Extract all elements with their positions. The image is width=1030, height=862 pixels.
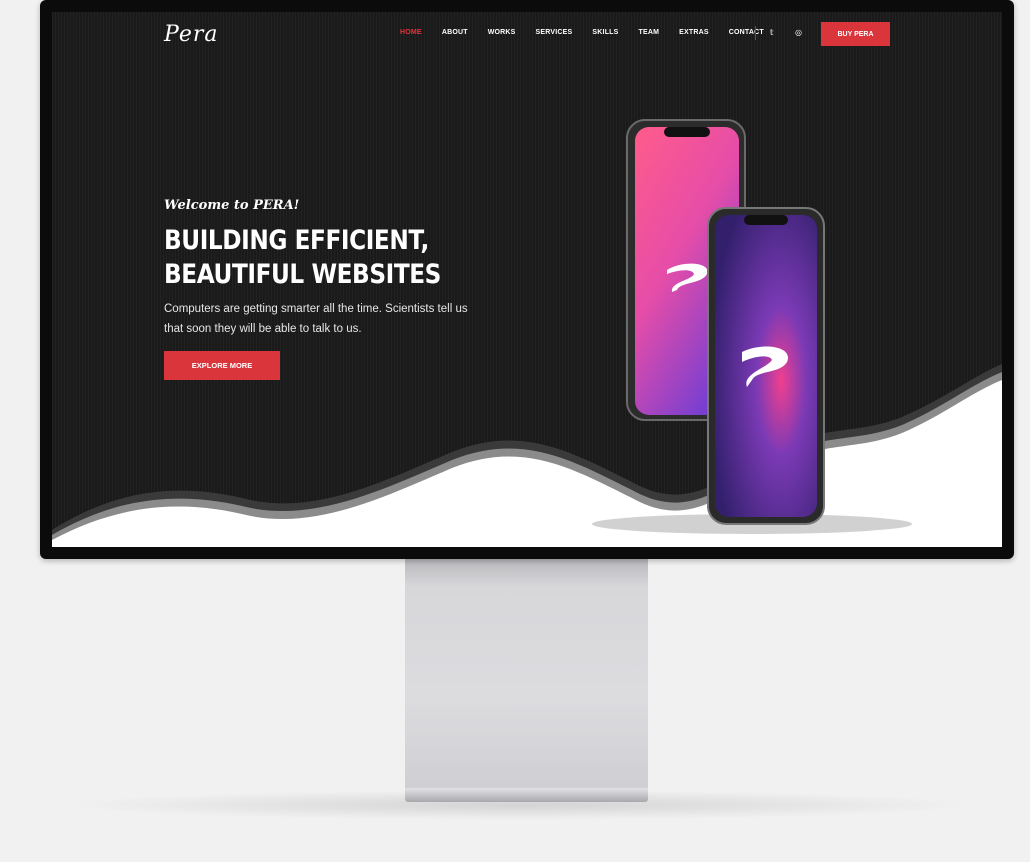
main-nav: HOME ABOUT WORKS SERVICES SKILLS TEAM EX…: [400, 29, 784, 36]
nav-item-services[interactable]: SERVICES: [536, 29, 573, 36]
nav-item-contact[interactable]: CONTACT: [729, 29, 764, 36]
nav-item-works[interactable]: WORKS: [488, 29, 516, 36]
hero-headline: BUILDING EFFICIENT, BEAUTIFUL WEBSITES: [164, 224, 441, 292]
nav-item-extras[interactable]: EXTRAS: [679, 29, 709, 36]
monitor-stand: [405, 559, 648, 791]
nav-item-about[interactable]: ABOUT: [442, 29, 468, 36]
website-screen: Pera HOME ABOUT WORKS SERVICES SKILLS TE…: [52, 12, 1002, 547]
nav-item-skills[interactable]: SKILLS: [592, 29, 618, 36]
headline-line-1: BUILDING EFFICIENT,: [164, 225, 429, 256]
hero-subtext: Computers are getting smarter all the ti…: [164, 303, 468, 335]
nav-divider: [755, 26, 756, 40]
instagram-icon[interactable]: ◎: [795, 28, 802, 37]
nav-item-team[interactable]: TEAM: [639, 29, 660, 36]
monitor-frame: Pera HOME ABOUT WORKS SERVICES SKILLS TE…: [40, 0, 1014, 559]
twitter-icon[interactable]: 𝕥: [770, 28, 774, 37]
monitor-stand-base: [405, 788, 648, 802]
headline-line-2: BEAUTIFUL WEBSITES: [164, 259, 441, 290]
welcome-text: Welcome to PERA!: [164, 198, 300, 213]
buy-pera-button[interactable]: BUY PERA: [821, 22, 890, 46]
explore-more-button[interactable]: EXPLORE MORE: [164, 351, 280, 380]
front-phone: [707, 207, 825, 525]
nav-item-home[interactable]: HOME: [400, 29, 422, 36]
site-logo[interactable]: Pera: [164, 22, 218, 47]
